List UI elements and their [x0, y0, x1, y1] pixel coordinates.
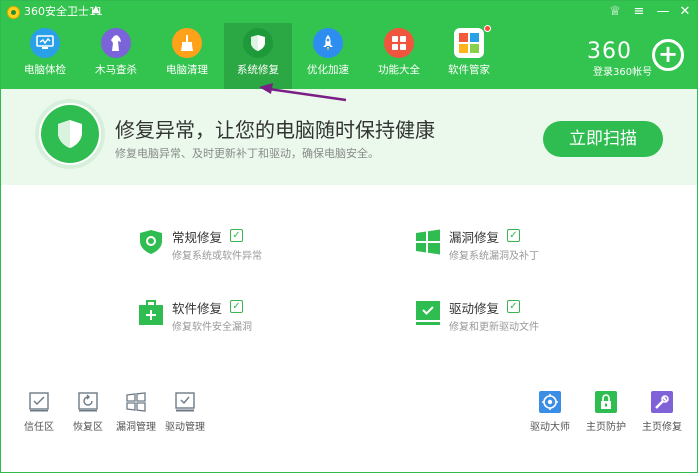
repair-title: 驱动修复 — [449, 301, 500, 316]
nav-item-system-repair[interactable]: 系统修复 — [224, 23, 292, 89]
app-logo-icon — [7, 6, 20, 19]
tool-label: 驱动大师 — [530, 422, 570, 433]
nav-label: 软件管家 — [448, 64, 490, 76]
main-nav: 电脑体检 木马查杀 电脑清理 系统修复 优化加速 功能大全 软件管家 — [1, 23, 501, 89]
tool-restore-zone[interactable]: 恢复区 — [63, 391, 113, 433]
tool-vulnerability-manage[interactable]: 漏洞管理 — [111, 391, 161, 433]
grid-icon — [384, 28, 414, 58]
tool-label: 漏洞管理 — [116, 422, 156, 433]
repair-checkbox[interactable]: ✓ — [230, 229, 243, 242]
hero-subtitle: 修复电脑异常、及时更新补丁和驱动，确保电脑安全。 — [115, 147, 379, 160]
minimize-button[interactable]: — — [655, 4, 671, 20]
scan-now-button[interactable]: 立即扫描 — [543, 121, 663, 157]
menu-icon[interactable]: ≡ — [631, 4, 647, 20]
nav-item-optimize[interactable]: 优化加速 — [294, 23, 362, 89]
tool-label: 主页修复 — [642, 422, 682, 433]
upgrade-arrow-icon[interactable]: ▲ — [92, 4, 100, 15]
repair-desc: 修复软件安全漏洞 — [172, 322, 252, 333]
nav-label: 优化加速 — [307, 64, 349, 76]
restore-zone-icon — [77, 391, 99, 413]
nav-item-all-features[interactable]: 功能大全 — [365, 23, 433, 89]
nav-item-trojan-scan[interactable]: 木马查杀 — [82, 23, 150, 89]
nav-label: 系统修复 — [237, 64, 279, 76]
rocket-icon — [313, 28, 343, 58]
hero-title: 修复异常，让您的电脑随时保持健康 — [115, 118, 435, 142]
tool-trust-zone[interactable]: 信任区 — [14, 391, 64, 433]
software-store-icon — [454, 28, 484, 58]
header-bar: 360安全卫士11 ▲ ♕ ≡ — ✕ 电脑体检 木马查杀 电脑清理 系统修复 … — [1, 1, 697, 89]
medical-kit-icon — [138, 300, 164, 326]
monitor-check-icon — [30, 28, 60, 58]
close-button[interactable]: ✕ — [677, 4, 693, 20]
repair-desc: 修复和更新驱动文件 — [449, 322, 539, 333]
login-link[interactable]: 登录360帐号 — [593, 63, 652, 78]
nav-item-pc-check[interactable]: 电脑体检 — [11, 23, 79, 89]
repair-checkbox[interactable]: ✓ — [507, 300, 520, 313]
homepage-guard-icon — [595, 391, 617, 413]
driver-manage-icon — [174, 391, 196, 413]
nav-label: 木马查杀 — [95, 64, 137, 76]
nav-item-pc-clean[interactable]: 电脑清理 — [153, 23, 221, 89]
notification-badge — [484, 25, 491, 32]
homepage-repair-icon — [651, 391, 673, 413]
nav-label: 电脑清理 — [166, 64, 208, 76]
broom-icon — [172, 28, 202, 58]
tool-label: 信任区 — [24, 422, 54, 433]
tool-label: 驱动管理 — [165, 422, 205, 433]
repair-title: 漏洞修复 — [449, 230, 500, 245]
repair-title: 软件修复 — [172, 301, 223, 316]
tool-homepage-repair[interactable]: 主页修复 — [637, 391, 687, 433]
app-window: 360安全卫士11 ▲ ♕ ≡ — ✕ 电脑体检 木马查杀 电脑清理 系统修复 … — [0, 0, 698, 473]
repair-checkbox[interactable]: ✓ — [230, 300, 243, 313]
title-bar: 360安全卫士11 ▲ ♕ ≡ — ✕ — [1, 1, 697, 23]
repair-desc: 修复系统或软件异常 — [172, 251, 262, 262]
trust-zone-icon — [28, 391, 50, 413]
add-account-button[interactable]: + — [652, 39, 684, 71]
windows-icon — [415, 229, 441, 255]
tool-driver-master[interactable]: 驱动大师 — [525, 391, 575, 433]
shield-icon — [243, 28, 273, 58]
shield-repair-icon — [138, 229, 164, 255]
nav-label: 功能大全 — [378, 64, 420, 76]
horse-icon — [101, 28, 131, 58]
tool-label: 主页防护 — [586, 422, 626, 433]
hero-shield-icon — [41, 105, 99, 163]
skin-icon[interactable]: ♕ — [607, 4, 623, 20]
driver-master-icon — [539, 391, 561, 413]
driver-icon — [415, 300, 441, 326]
repair-desc: 修复系统漏洞及补丁 — [449, 251, 539, 262]
repair-title: 常规修复 — [172, 230, 223, 245]
hero-panel: 修复异常，让您的电脑随时保持健康 修复电脑异常、及时更新补丁和驱动，确保电脑安全… — [1, 89, 697, 185]
vulnerability-manage-icon — [125, 391, 147, 413]
tool-homepage-guard[interactable]: 主页防护 — [581, 391, 631, 433]
tool-label: 恢复区 — [73, 422, 103, 433]
nav-item-software-manager[interactable]: 软件管家 — [435, 23, 503, 89]
repair-checkbox[interactable]: ✓ — [507, 229, 520, 242]
brand-logo: 360 — [587, 39, 632, 64]
nav-label: 电脑体检 — [24, 64, 66, 76]
tool-driver-manage[interactable]: 驱动管理 — [160, 391, 210, 433]
